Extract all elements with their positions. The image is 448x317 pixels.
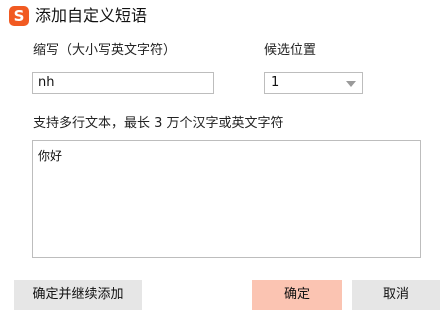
confirm-button[interactable]: 确定 (252, 280, 342, 310)
window-title: 添加自定义短语 (35, 6, 148, 25)
confirm-continue-button[interactable]: 确定并继续添加 (14, 280, 142, 310)
position-label: 候选位置 (264, 43, 317, 58)
text-label: 支持多行文本，最长 3 万个汉字或英文字符 (33, 116, 284, 131)
chevron-down-icon (346, 81, 356, 87)
abbr-label: 缩写（大小写英文字符） (33, 43, 177, 58)
cancel-button[interactable]: 取消 (352, 280, 440, 310)
phrase-textarea[interactable]: 你好 (32, 140, 421, 258)
abbr-input[interactable]: nh (32, 72, 214, 94)
position-select-value: 1 (271, 75, 280, 90)
position-select[interactable]: 1 (264, 72, 363, 94)
title-bar: S 添加自定义短语 (0, 0, 448, 32)
sogou-logo-icon: S (9, 6, 29, 26)
